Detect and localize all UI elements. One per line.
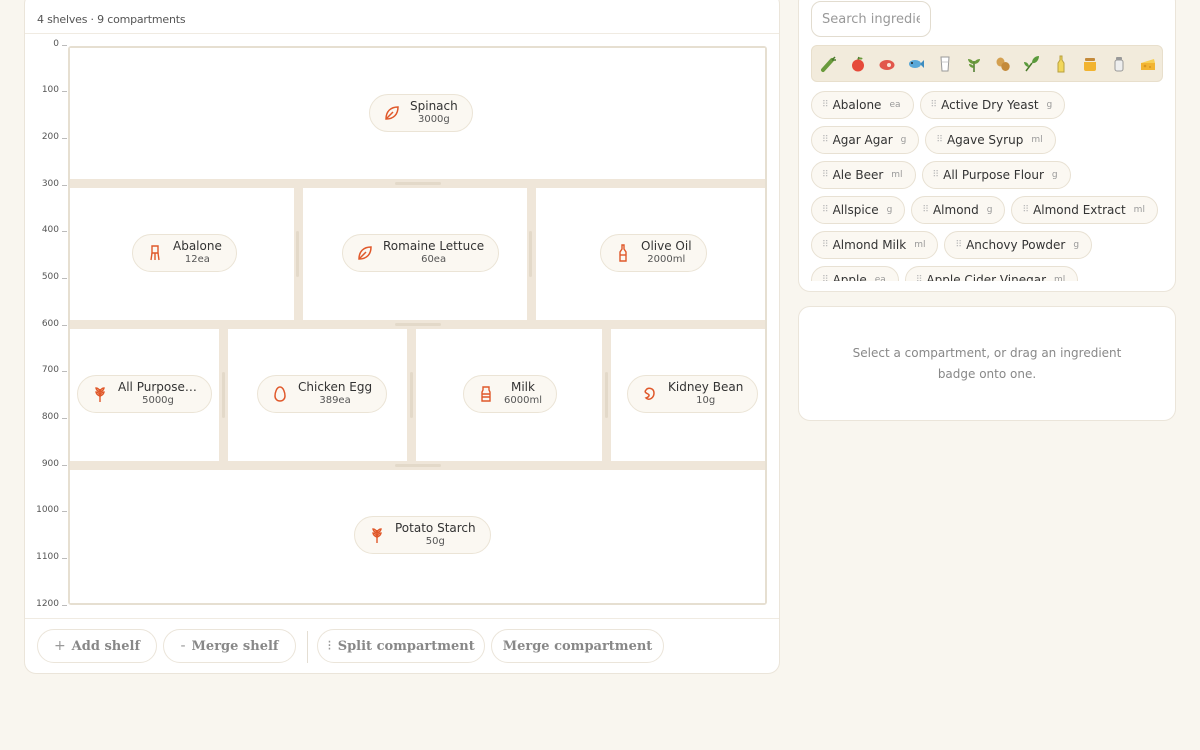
empty-selection-hint: Select a compartment, or drag an ingredi… — [852, 345, 1122, 381]
squid-icon — [145, 243, 165, 263]
toolbar-separator — [307, 631, 308, 663]
compartment[interactable]: Chicken Egg 389ea — [228, 329, 407, 461]
compartment-divider[interactable] — [296, 231, 299, 277]
compartment-divider[interactable] — [529, 231, 532, 277]
ingredient-chip[interactable]: ⠿ Allspice g — [811, 196, 906, 224]
ingredient-picker-panel: ⠿Abaloneea ⠿Active Dry Yeastg ⠿Agar Agar… — [798, 0, 1176, 292]
drag-handle-icon: ⠿ — [822, 240, 829, 250]
compartment[interactable]: All Purpose ... 5000g — [70, 329, 219, 461]
vegetable-icon[interactable] — [819, 54, 839, 74]
drag-handle-icon: ⠿ — [822, 170, 829, 180]
drag-handle-icon: ⠿ — [822, 275, 829, 281]
drag-handle-icon: ⠿ — [955, 240, 962, 250]
compartment-divider[interactable] — [222, 372, 225, 418]
ingredient-chip[interactable]: ⠿ Apple Cider Vinegar ml — [904, 266, 1079, 281]
ingredient-chip[interactable]: ⠿ Almond g — [911, 196, 1006, 224]
compartment[interactable]: Olive Oil 2000ml — [536, 188, 765, 320]
item-badge-all-purpose-flour[interactable]: All Purpose ... 5000g — [77, 375, 212, 413]
ingredient-chip[interactable]: ⠿ Almond Extract ml — [1011, 196, 1158, 224]
layout-summary: 4 shelves · 9 compartments — [37, 13, 186, 26]
honey-icon[interactable] — [1080, 54, 1100, 74]
oil-icon[interactable] — [1051, 54, 1071, 74]
fruit-icon[interactable] — [848, 54, 868, 74]
merge-shelf-button[interactable]: - Merge shelf — [163, 629, 296, 663]
compartment-details-panel: Select a compartment, or drag an ingredi… — [798, 306, 1176, 421]
item-badge-olive-oil[interactable]: Olive Oil 2000ml — [600, 234, 707, 272]
item-badge-romaine-lettuce[interactable]: Romaine Lettuce 60ea — [342, 234, 500, 272]
milk-carton-icon — [476, 384, 496, 404]
compartment-divider[interactable] — [605, 372, 608, 418]
ingredient-chip[interactable]: ⠿ Agave Syrup ml — [925, 126, 1056, 154]
item-badge-kidney-bean[interactable]: Kidney Bean 10g — [627, 375, 759, 413]
dairy-icon[interactable] — [935, 54, 955, 74]
seasoning-icon[interactable] — [1109, 54, 1129, 74]
toolbar-divider — [25, 618, 779, 619]
meat-icon[interactable] — [877, 54, 897, 74]
item-badge-chicken-egg[interactable]: Chicken Egg 389ea — [257, 375, 388, 413]
shelf-divider[interactable] — [70, 320, 765, 329]
nut-icon[interactable] — [993, 54, 1013, 74]
ingredient-chip[interactable]: ⠿ Agar Agar g — [811, 126, 920, 154]
greens-icon[interactable] — [1022, 54, 1042, 74]
compartment[interactable]: Spinach 3000g — [70, 48, 765, 179]
item-badge-abalone[interactable]: Abalone 12ea — [132, 234, 237, 272]
drag-handle-icon: ⠿ — [822, 205, 829, 215]
compartment[interactable]: Milk 6000ml — [416, 329, 602, 461]
compartment[interactable]: Abalone 12ea — [70, 188, 294, 320]
herb-icon[interactable] — [964, 54, 984, 74]
minus-icon: - — [180, 638, 186, 654]
drag-handle-icon: ⠿ — [822, 100, 829, 110]
compartment[interactable]: Kidney Bean 10g — [611, 329, 765, 461]
drag-handle-icon: ⠿ — [822, 135, 829, 145]
drag-handle-icon: ⠿ — [936, 135, 943, 145]
add-shelf-button[interactable]: + Add shelf — [37, 629, 157, 663]
item-badge-potato-starch[interactable]: Potato Starch 50g — [354, 516, 491, 554]
fridge-body: Spinach 3000g Abalone 12ea Romaine Lettuce… — [68, 46, 767, 605]
search-input[interactable] — [811, 1, 931, 37]
drag-handle-icon: ⠿ — [915, 275, 923, 281]
compartment-divider[interactable] — [410, 372, 413, 418]
bean-icon — [640, 384, 660, 404]
ingredient-chip[interactable]: ⠿ Ale Beer ml — [811, 161, 916, 189]
ingredient-chip[interactable]: ⠿ Almond Milk ml — [811, 231, 939, 259]
shelf-divider[interactable] — [70, 179, 765, 188]
cheese-icon[interactable] — [1138, 54, 1158, 74]
summary-divider — [25, 33, 779, 34]
merge-compartment-button[interactable]: Merge compartment — [491, 629, 664, 663]
leaf-icon — [355, 243, 375, 263]
bottle-icon — [613, 243, 633, 263]
leaf-icon — [382, 103, 402, 123]
ingredient-chip[interactable]: ⠿ Apple ea — [811, 266, 899, 281]
fridge-layout-panel: 4 shelves · 9 compartments 0 100 200 300… — [24, 0, 780, 674]
ingredient-chip[interactable]: ⠿ Anchovy Powder g — [944, 231, 1093, 259]
ingredient-list: ⠿ Abalone ea ⠿ Active Dry Yeast g ⠿ Agar Agar… — [811, 91, 1167, 281]
drag-handle-icon: ⠿ — [932, 170, 940, 180]
fish-icon[interactable] — [906, 54, 926, 74]
compartment[interactable]: Potato Starch 50g — [70, 470, 765, 603]
shelf-divider[interactable] — [70, 461, 765, 470]
item-badge-milk[interactable]: Milk 6000ml — [463, 375, 557, 413]
drag-handle-icon: ⠿ — [1022, 205, 1029, 215]
ingredient-chip[interactable]: ⠿ Abalone ea — [811, 91, 914, 119]
category-filter-bar — [811, 45, 1163, 82]
wheat-icon — [90, 384, 110, 404]
plus-icon: + — [53, 638, 66, 654]
wheat-icon — [367, 525, 387, 545]
ingredient-chip[interactable]: ⠿ All Purpose Flour g — [921, 161, 1071, 189]
item-badge-spinach[interactable]: Spinach 3000g — [369, 94, 473, 132]
egg-icon — [270, 384, 290, 404]
compartment[interactable]: Romaine Lettuce 60ea — [303, 188, 527, 320]
drag-handle-icon: ⠿ — [930, 100, 938, 110]
split-compartment-button[interactable]: ⁝ Split compartment — [317, 629, 485, 663]
ingredient-chip[interactable]: ⠿ Active Dry Yeast g — [919, 91, 1066, 119]
split-icon: ⁝ — [327, 638, 332, 654]
drag-handle-icon: ⠿ — [922, 205, 929, 215]
